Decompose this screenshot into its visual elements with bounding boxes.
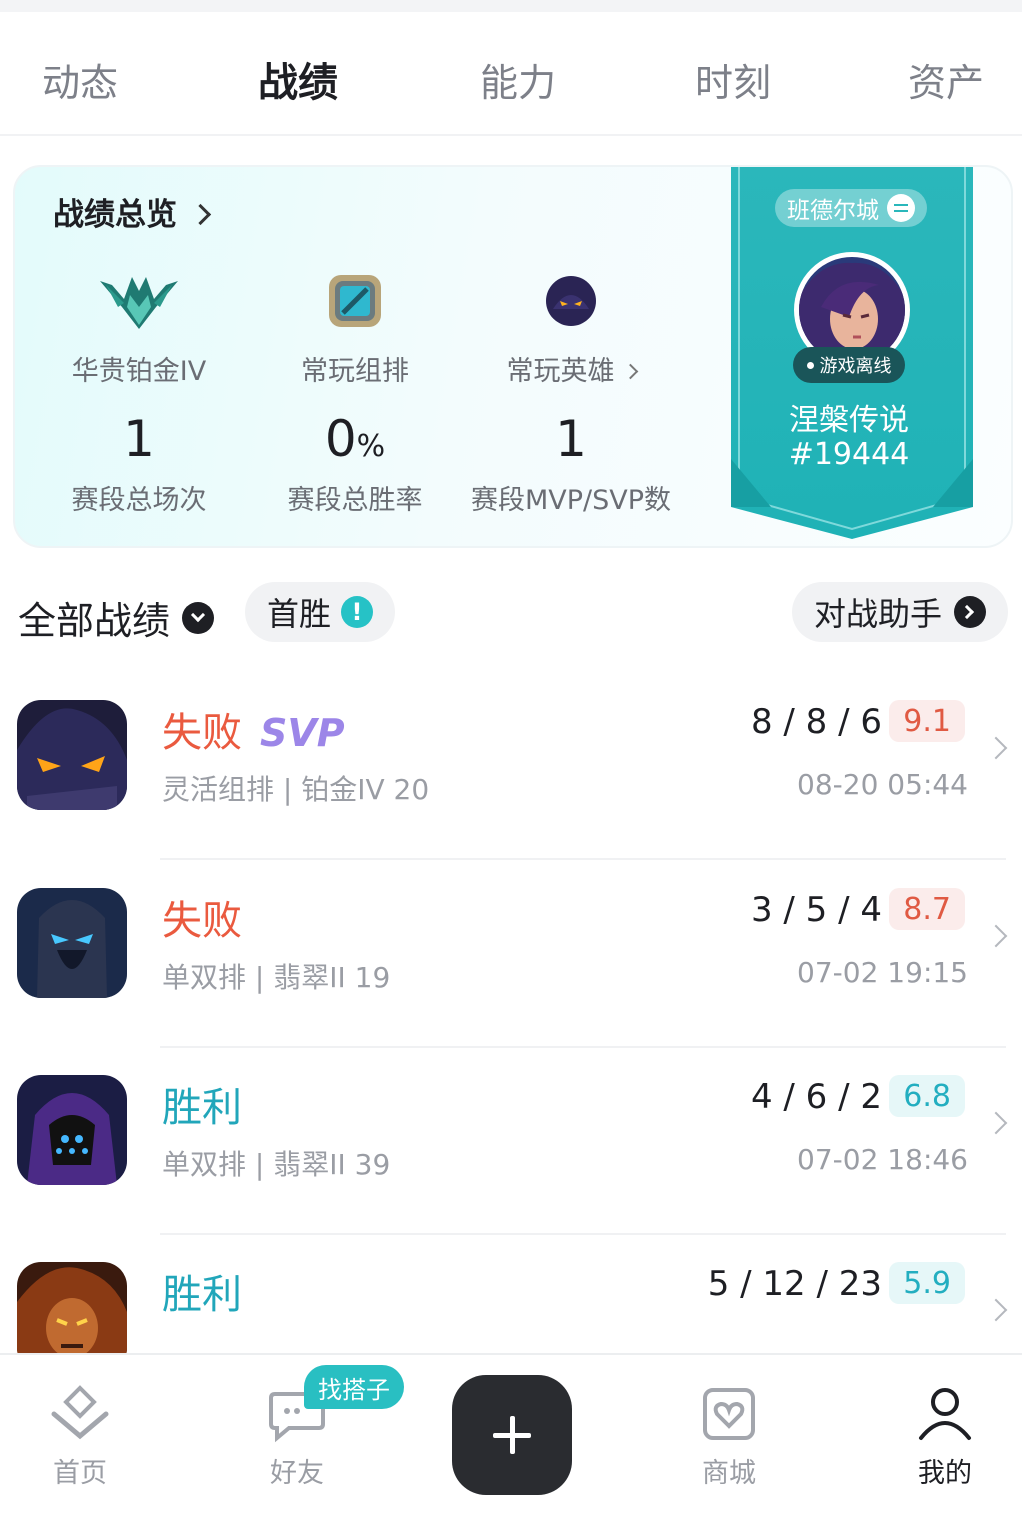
match-score: 5.9 bbox=[889, 1262, 965, 1304]
top-tab-bar: 动态 战绩 能力 时刻 资产 bbox=[0, 12, 1022, 136]
create-plus-button[interactable] bbox=[452, 1375, 572, 1495]
shop-icon bbox=[674, 1383, 784, 1445]
chevron-right-icon bbox=[622, 363, 638, 380]
group-label: 常玩组排 bbox=[301, 356, 409, 387]
match-time: 07-02 19:15 bbox=[797, 956, 968, 989]
nav-me[interactable]: 我的 bbox=[890, 1383, 1000, 1490]
nav-shop[interactable]: 商城 bbox=[674, 1383, 784, 1490]
match-result: 失败 SVP bbox=[162, 710, 345, 756]
home-icon bbox=[25, 1383, 135, 1445]
hero-thumbnail bbox=[17, 1262, 127, 1353]
chevron-right-icon bbox=[984, 1298, 1008, 1322]
svp-badge: SVP bbox=[260, 711, 345, 755]
match-kda: 4 / 6 / 2 bbox=[750, 1077, 882, 1117]
match-score: 6.8 bbox=[889, 1075, 965, 1117]
rank-label: 华贵铂金IV bbox=[71, 356, 207, 387]
tab-dynamic[interactable]: 动态 bbox=[42, 52, 118, 107]
tab-ability[interactable]: 能力 bbox=[480, 52, 556, 107]
find-partner-badge[interactable]: 找搭子 bbox=[304, 1365, 404, 1409]
chevron-right-icon bbox=[984, 924, 1008, 948]
match-kda: 8 / 8 / 6 bbox=[750, 702, 882, 742]
info-exclamation-icon: ! bbox=[341, 596, 374, 628]
battle-assistant-button[interactable]: 对战助手 bbox=[792, 582, 1009, 642]
group-queue-icon bbox=[245, 267, 465, 335]
hero-stat[interactable]: 常玩英雄 1 赛段MVP/SVP数 bbox=[461, 267, 681, 517]
platinum-rank-emblem-icon bbox=[29, 267, 249, 335]
summary-title-link[interactable]: 战绩总览 bbox=[53, 189, 212, 234]
match-mode: 灵活组排 | 铂金IV 20 bbox=[162, 773, 430, 806]
arrow-right-icon bbox=[954, 596, 987, 628]
total-games-value: 1 bbox=[123, 410, 155, 468]
match-mode: 单双排 | 翡翠II 39 bbox=[162, 1148, 391, 1181]
favorite-hero-avatar bbox=[461, 267, 681, 335]
match-result: 胜利 bbox=[162, 1272, 242, 1318]
match-row[interactable]: 胜利 5 / 12 / 23 5.9 bbox=[0, 1234, 1022, 1353]
match-kda: 5 / 12 / 23 bbox=[707, 1264, 882, 1304]
all-records-dropdown[interactable]: 全部战绩 bbox=[18, 590, 215, 645]
player-tag: #19444 bbox=[788, 437, 910, 472]
mvp-count-label: 赛段MVP/SVP数 bbox=[470, 485, 672, 516]
group-stat: 常玩组排 0% 赛段总胜率 bbox=[245, 267, 465, 517]
online-status-badge: 游戏离线 bbox=[793, 347, 905, 383]
match-time: 07-02 18:46 bbox=[797, 1143, 968, 1176]
hero-label-link: 常玩英雄 bbox=[461, 349, 681, 388]
hero-thumbnail bbox=[17, 888, 127, 998]
match-time: 08-20 05:44 bbox=[797, 768, 968, 801]
tab-moments[interactable]: 时刻 bbox=[695, 52, 771, 107]
server-switch[interactable]: 班德尔城 bbox=[775, 189, 927, 227]
hero-thumbnail bbox=[17, 700, 127, 810]
match-result: 胜利 bbox=[162, 1085, 242, 1131]
chevron-right-icon bbox=[189, 203, 212, 226]
match-row[interactable]: 胜利 单双排 | 翡翠II 39 4 / 6 / 2 6.8 07-02 18:… bbox=[0, 1047, 1022, 1235]
win-rate-label: 赛段总胜率 bbox=[287, 485, 423, 516]
match-score: 9.1 bbox=[889, 700, 965, 742]
match-result: 失败 bbox=[162, 898, 242, 944]
hero-thumbnail bbox=[17, 1075, 127, 1185]
server-name: 班德尔城 bbox=[787, 198, 879, 224]
status-dot bbox=[806, 361, 814, 369]
user-icon bbox=[890, 1383, 1000, 1445]
chevron-right-icon bbox=[984, 1111, 1008, 1135]
match-mode: 单双排 | 翡翠II 19 bbox=[162, 961, 391, 994]
win-rate-value: 0% bbox=[324, 410, 386, 468]
mvp-count-value: 1 bbox=[555, 410, 587, 468]
summary-title: 战绩总览 bbox=[53, 197, 177, 233]
first-win-button[interactable]: 首胜 ! bbox=[245, 582, 396, 642]
swap-icon bbox=[887, 194, 915, 222]
match-row[interactable]: 失败 SVP 灵活组排 | 铂金IV 20 8 / 8 / 6 9.1 08-20… bbox=[0, 672, 1022, 860]
chevron-right-icon bbox=[984, 736, 1008, 760]
chevron-down-icon bbox=[182, 601, 215, 634]
tab-assets[interactable]: 资产 bbox=[908, 52, 984, 107]
filter-row: 全部战绩 首胜 ! 对战助手 bbox=[0, 580, 1022, 644]
match-row[interactable]: 失败 单双排 | 翡翠II 19 3 / 5 / 4 8.7 07-02 19:… bbox=[0, 860, 1022, 1048]
match-kda: 3 / 5 / 4 bbox=[750, 890, 882, 930]
tab-record[interactable]: 战绩 bbox=[258, 50, 338, 108]
rank-stat: 华贵铂金IV 1 赛段总场次 bbox=[29, 267, 249, 517]
nav-home[interactable]: 首页 bbox=[25, 1383, 135, 1490]
status-strip bbox=[0, 0, 1022, 12]
all-records-label: 全部战绩 bbox=[18, 599, 171, 643]
record-summary-card: 战绩总览 华贵铂金IV 1 赛段总场次 常玩组排 0% 赛段总胜率 常玩英雄 1… bbox=[13, 165, 1013, 548]
total-games-label: 赛段总场次 bbox=[71, 485, 207, 516]
player-name: 涅槃传说 bbox=[789, 403, 909, 438]
match-score: 8.7 bbox=[889, 888, 965, 930]
